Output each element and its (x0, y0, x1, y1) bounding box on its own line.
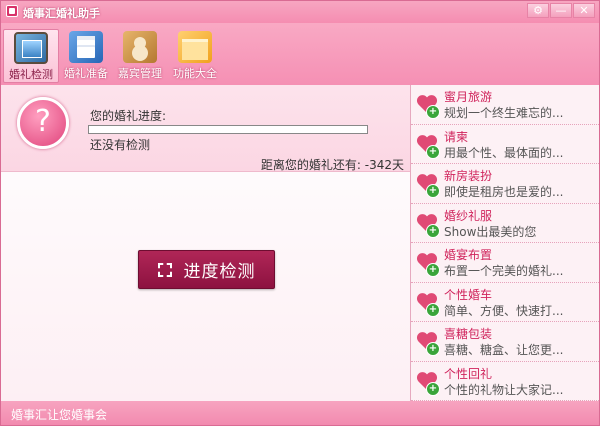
list-item-desc: 布置一个完美的婚礼... (444, 264, 564, 278)
list-item-title: 婚宴布置 (444, 248, 493, 262)
list-item-title: 喜糖包装 (444, 327, 493, 341)
monitor-icon (14, 32, 48, 64)
app-window: 婚事汇婚礼助手 ⚙ — ✕ 婚礼检测 婚礼准备 嘉宾管理 功能大全 ? 您的婚礼… (0, 0, 600, 426)
list-item-wedding-dress[interactable]: + 婚纱礼服 Show出最美的您 (411, 204, 599, 243)
status-text: 婚事汇让您婚事会 (11, 408, 108, 422)
window-controls: ⚙ — ✕ (526, 3, 595, 19)
progress-status: 还没有检测 (90, 138, 151, 152)
tool-label: 婚礼准备 (64, 67, 108, 80)
list-item-desc: 用最个性、最体面的... (444, 145, 564, 160)
window-title: 婚事汇婚礼助手 (23, 7, 100, 20)
progress-check-label: 进度检测 (183, 262, 256, 282)
feature-list: + 蜜月旅游 规划一个终生难忘的... + 请柬 用最个性、最体面的... + … (411, 85, 599, 401)
wedding-countdown: 距离您的婚礼还有: -342天 (260, 158, 404, 172)
status-bar: 婚事汇让您婚事会 (1, 401, 599, 425)
list-item-title: 新房装扮 (444, 169, 493, 183)
tool-all-features[interactable]: 功能大全 (167, 29, 223, 83)
plus-icon: + (426, 263, 440, 277)
list-item-title: 婚纱礼服 (444, 208, 493, 223)
list-item-title: 蜜月旅游 (444, 90, 493, 104)
folder-icon (178, 31, 212, 63)
toolbar: 婚礼检测 婚礼准备 嘉宾管理 功能大全 (1, 23, 599, 85)
list-item-desc: 简单、方便、快速打... (444, 303, 564, 318)
list-item-title: 请柬 (444, 129, 469, 144)
list-item-desc: 即使是租房也是爱的... (444, 185, 564, 199)
list-item-bridal-room[interactable]: + 新房装扮 即使是租房也是爱的... (411, 164, 599, 204)
progress-label: 您的婚礼进度: (90, 109, 167, 123)
plus-icon: + (426, 223, 440, 238)
question-mark-icon: ? (17, 97, 69, 149)
list-item-wedding-car[interactable]: + 个性婚车 简单、方便、快速打... (411, 283, 599, 322)
plus-icon: + (426, 302, 440, 317)
list-item-title: 个性回礼 (444, 366, 493, 381)
expand-icon (157, 262, 172, 277)
progress-check-button[interactable]: 进度检测 (138, 250, 275, 289)
contacts-book-icon (123, 31, 157, 63)
plus-icon: + (426, 381, 440, 396)
checklist-icon (69, 31, 103, 63)
tool-guest-management[interactable]: 嘉宾管理 (112, 29, 168, 83)
list-item-invitation[interactable]: + 请柬 用最个性、最体面的... (411, 125, 599, 164)
close-button[interactable]: ✕ (573, 3, 595, 18)
title-bar[interactable]: 婚事汇婚礼助手 ⚙ — ✕ (1, 1, 599, 23)
list-item-return-gift[interactable]: + 个性回礼 个性的礼物让大家记... (411, 362, 599, 401)
list-item-banquet[interactable]: + 婚宴布置 布置一个完美的婚礼... (411, 243, 599, 283)
plus-icon: + (426, 184, 440, 198)
list-item-desc: 个性的礼物让大家记... (444, 382, 564, 397)
tool-wedding-check[interactable]: 婚礼检测 (3, 29, 59, 83)
minimize-button[interactable]: — (550, 3, 572, 18)
plus-icon: + (426, 144, 440, 159)
tool-label: 婚礼检测 (9, 68, 53, 81)
list-item-candy-packaging[interactable]: + 喜糖包装 喜糖、糖盒、让您更... (411, 322, 599, 362)
list-item-title: 个性婚车 (444, 287, 493, 302)
plus-icon: + (426, 105, 440, 119)
plus-icon: + (426, 342, 440, 356)
list-item-desc: Show出最美的您 (444, 224, 537, 239)
progress-panel: ? 您的婚礼进度: 还没有检测 距离您的婚礼还有: -342天 (1, 85, 410, 172)
list-item-desc: 规划一个终生难忘的... (444, 106, 564, 120)
tool-label: 功能大全 (173, 67, 217, 80)
tool-wedding-prep[interactable]: 婚礼准备 (58, 29, 114, 83)
progress-bar (88, 125, 368, 134)
list-item-desc: 喜糖、糖盒、让您更... (444, 343, 564, 357)
list-item-honeymoon[interactable]: + 蜜月旅游 规划一个终生难忘的... (411, 85, 599, 125)
settings-button[interactable]: ⚙ (527, 3, 549, 18)
tool-label: 嘉宾管理 (118, 67, 162, 80)
main-panel: ? 您的婚礼进度: 还没有检测 距离您的婚礼还有: -342天 进度检测 (1, 85, 411, 401)
app-logo-icon (6, 5, 18, 17)
